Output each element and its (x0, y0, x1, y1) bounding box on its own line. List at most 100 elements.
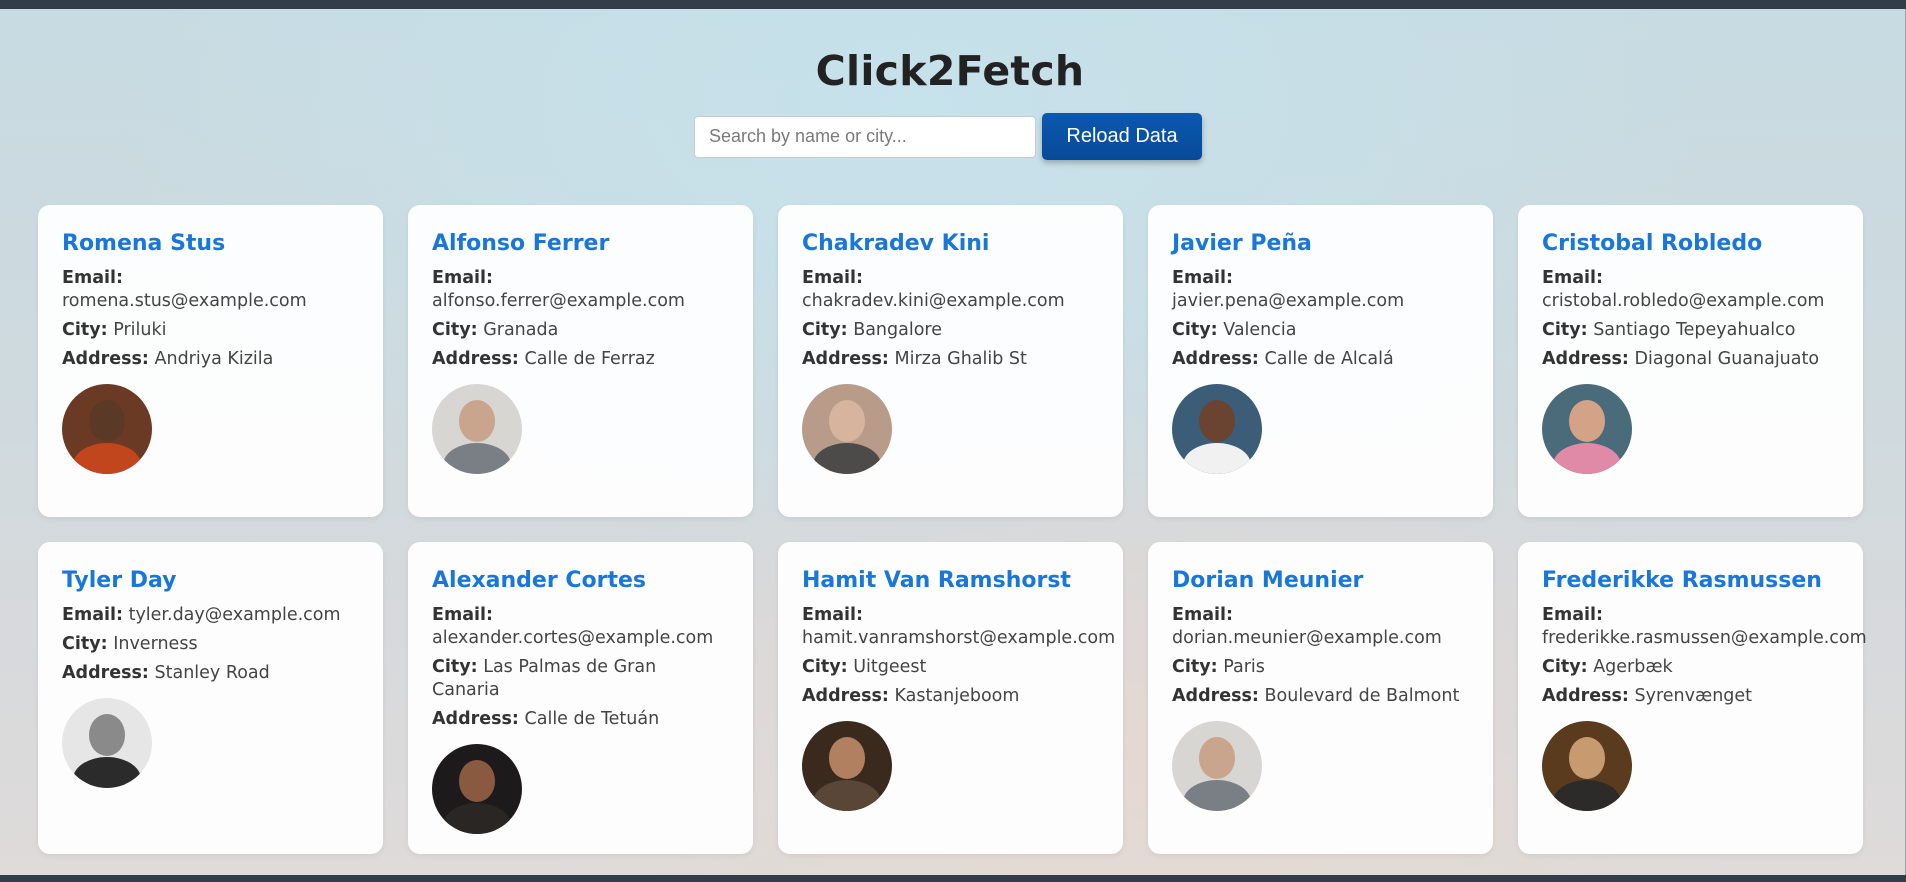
email-value: alexander.cortes@example.com (432, 628, 714, 648)
city-value: Valencia (1223, 320, 1297, 340)
address-label: Address: (1542, 686, 1629, 706)
user-city: City: Inverness (62, 633, 359, 656)
user-email: Email: alexander.cortes@example.com (432, 604, 729, 650)
controls: Reload Data (694, 113, 1202, 160)
city-label: City: (802, 657, 848, 677)
address-label: Address: (1172, 349, 1259, 369)
avatar-body (1552, 780, 1622, 811)
address-value: Syrenvænget (1634, 686, 1753, 706)
address-label: Address: (1172, 686, 1259, 706)
user-card: Dorian Meunier Email: dorian.meunier@exa… (1148, 542, 1493, 854)
address-label: Address: (802, 349, 889, 369)
email-value: frederikke.rasmussen@example.com (1542, 628, 1867, 648)
email-label: Email: (1542, 605, 1603, 625)
city-label: City: (1542, 320, 1588, 340)
user-city: City: Priluki (62, 319, 359, 342)
avatar (62, 698, 152, 788)
address-value: Kastanjeboom (894, 686, 1020, 706)
user-name: Dorian Meunier (1172, 568, 1364, 593)
email-label: Email: (62, 605, 123, 625)
user-city: City: Santiago Tepeyahualco (1542, 319, 1839, 342)
city-label: City: (62, 320, 108, 340)
user-address: Address: Calle de Alcalá (1172, 348, 1469, 371)
avatar-body (812, 443, 882, 474)
avatar-head (1199, 400, 1235, 442)
user-card: Hamit Van Ramshorst Email: hamit.vanrams… (778, 542, 1123, 854)
user-card: Romena Stus Email: romena.stus@example.c… (38, 205, 383, 517)
avatar-head (1569, 400, 1605, 442)
address-label: Address: (802, 686, 889, 706)
avatar-body (72, 443, 142, 474)
user-email: Email: javier.pena@example.com (1172, 267, 1469, 313)
email-label: Email: (1542, 268, 1603, 288)
city-value: Paris (1223, 657, 1265, 677)
reload-data-button[interactable]: Reload Data (1042, 113, 1202, 160)
avatar (1172, 721, 1262, 811)
city-label: City: (1172, 657, 1218, 677)
user-address: Address: Kastanjeboom (802, 685, 1099, 708)
address-value: Calle de Tetuán (524, 709, 660, 729)
address-value: Andriya Kizila (154, 349, 274, 369)
page: Click2Fetch Reload Data Romena Stus Emai… (0, 9, 1905, 875)
avatar (432, 744, 522, 834)
avatar-head (89, 714, 125, 756)
city-label: City: (432, 320, 478, 340)
city-label: City: (432, 657, 478, 677)
avatar-body (72, 757, 142, 788)
user-name: Chakradev Kini (802, 231, 990, 256)
avatar-body (442, 803, 512, 834)
email-label: Email: (432, 605, 493, 625)
avatar-head (829, 400, 865, 442)
avatar-head (459, 400, 495, 442)
avatar (802, 721, 892, 811)
avatar-body (812, 780, 882, 811)
address-label: Address: (432, 349, 519, 369)
avatar (1172, 384, 1262, 474)
user-city: City: Bangalore (802, 319, 1099, 342)
user-address: Address: Diagonal Guanajuato (1542, 348, 1839, 371)
avatar (62, 384, 152, 474)
address-value: Calle de Alcalá (1264, 349, 1394, 369)
user-email: Email: cristobal.robledo@example.com (1542, 267, 1839, 313)
user-city: City: Las Palmas de Gran Canaria (432, 656, 729, 702)
city-label: City: (1172, 320, 1218, 340)
email-label: Email: (432, 268, 493, 288)
avatar-body (1552, 443, 1622, 474)
user-card: Cristobal Robledo Email: cristobal.roble… (1518, 205, 1863, 517)
avatar-body (1182, 780, 1252, 811)
user-email: Email: tyler.day@example.com (62, 604, 359, 627)
user-city: City: Granada (432, 319, 729, 342)
email-label: Email: (62, 268, 123, 288)
user-address: Address: Syrenvænget (1542, 685, 1839, 708)
user-card: Frederikke Rasmussen Email: frederikke.r… (1518, 542, 1867, 854)
avatar (1542, 384, 1632, 474)
user-card-grid: Romena Stus Email: romena.stus@example.c… (38, 205, 1867, 854)
city-value: Priluki (113, 320, 167, 340)
address-label: Address: (62, 349, 149, 369)
user-email: Email: chakradev.kini@example.com (802, 267, 1099, 313)
email-value: hamit.vanramshorst@example.com (802, 628, 1116, 648)
search-input[interactable] (694, 115, 1036, 158)
user-email: Email: alfonso.ferrer@example.com (432, 267, 729, 313)
city-label: City: (802, 320, 848, 340)
user-email: Email: hamit.vanramshorst@example.com (802, 604, 1115, 650)
user-address: Address: Calle de Ferraz (432, 348, 729, 371)
address-label: Address: (432, 709, 519, 729)
user-card: Alexander Cortes Email: alexander.cortes… (408, 542, 753, 854)
address-value: Calle de Ferraz (524, 349, 655, 369)
email-value: romena.stus@example.com (62, 291, 307, 311)
window-bottom-bar (0, 875, 1906, 882)
avatar-head (1199, 737, 1235, 779)
avatar-body (1182, 443, 1252, 474)
avatar-head (1569, 737, 1605, 779)
user-name: Tyler Day (62, 568, 177, 593)
email-value: javier.pena@example.com (1172, 291, 1405, 311)
user-city: City: Agerbæk (1542, 656, 1839, 679)
email-value: dorian.meunier@example.com (1172, 628, 1442, 648)
user-city: City: Uitgeest (802, 656, 1099, 679)
avatar-head (829, 737, 865, 779)
address-value: Mirza Ghalib St (894, 349, 1027, 369)
email-value: cristobal.robledo@example.com (1542, 291, 1825, 311)
avatar (1542, 721, 1632, 811)
avatar (802, 384, 892, 474)
